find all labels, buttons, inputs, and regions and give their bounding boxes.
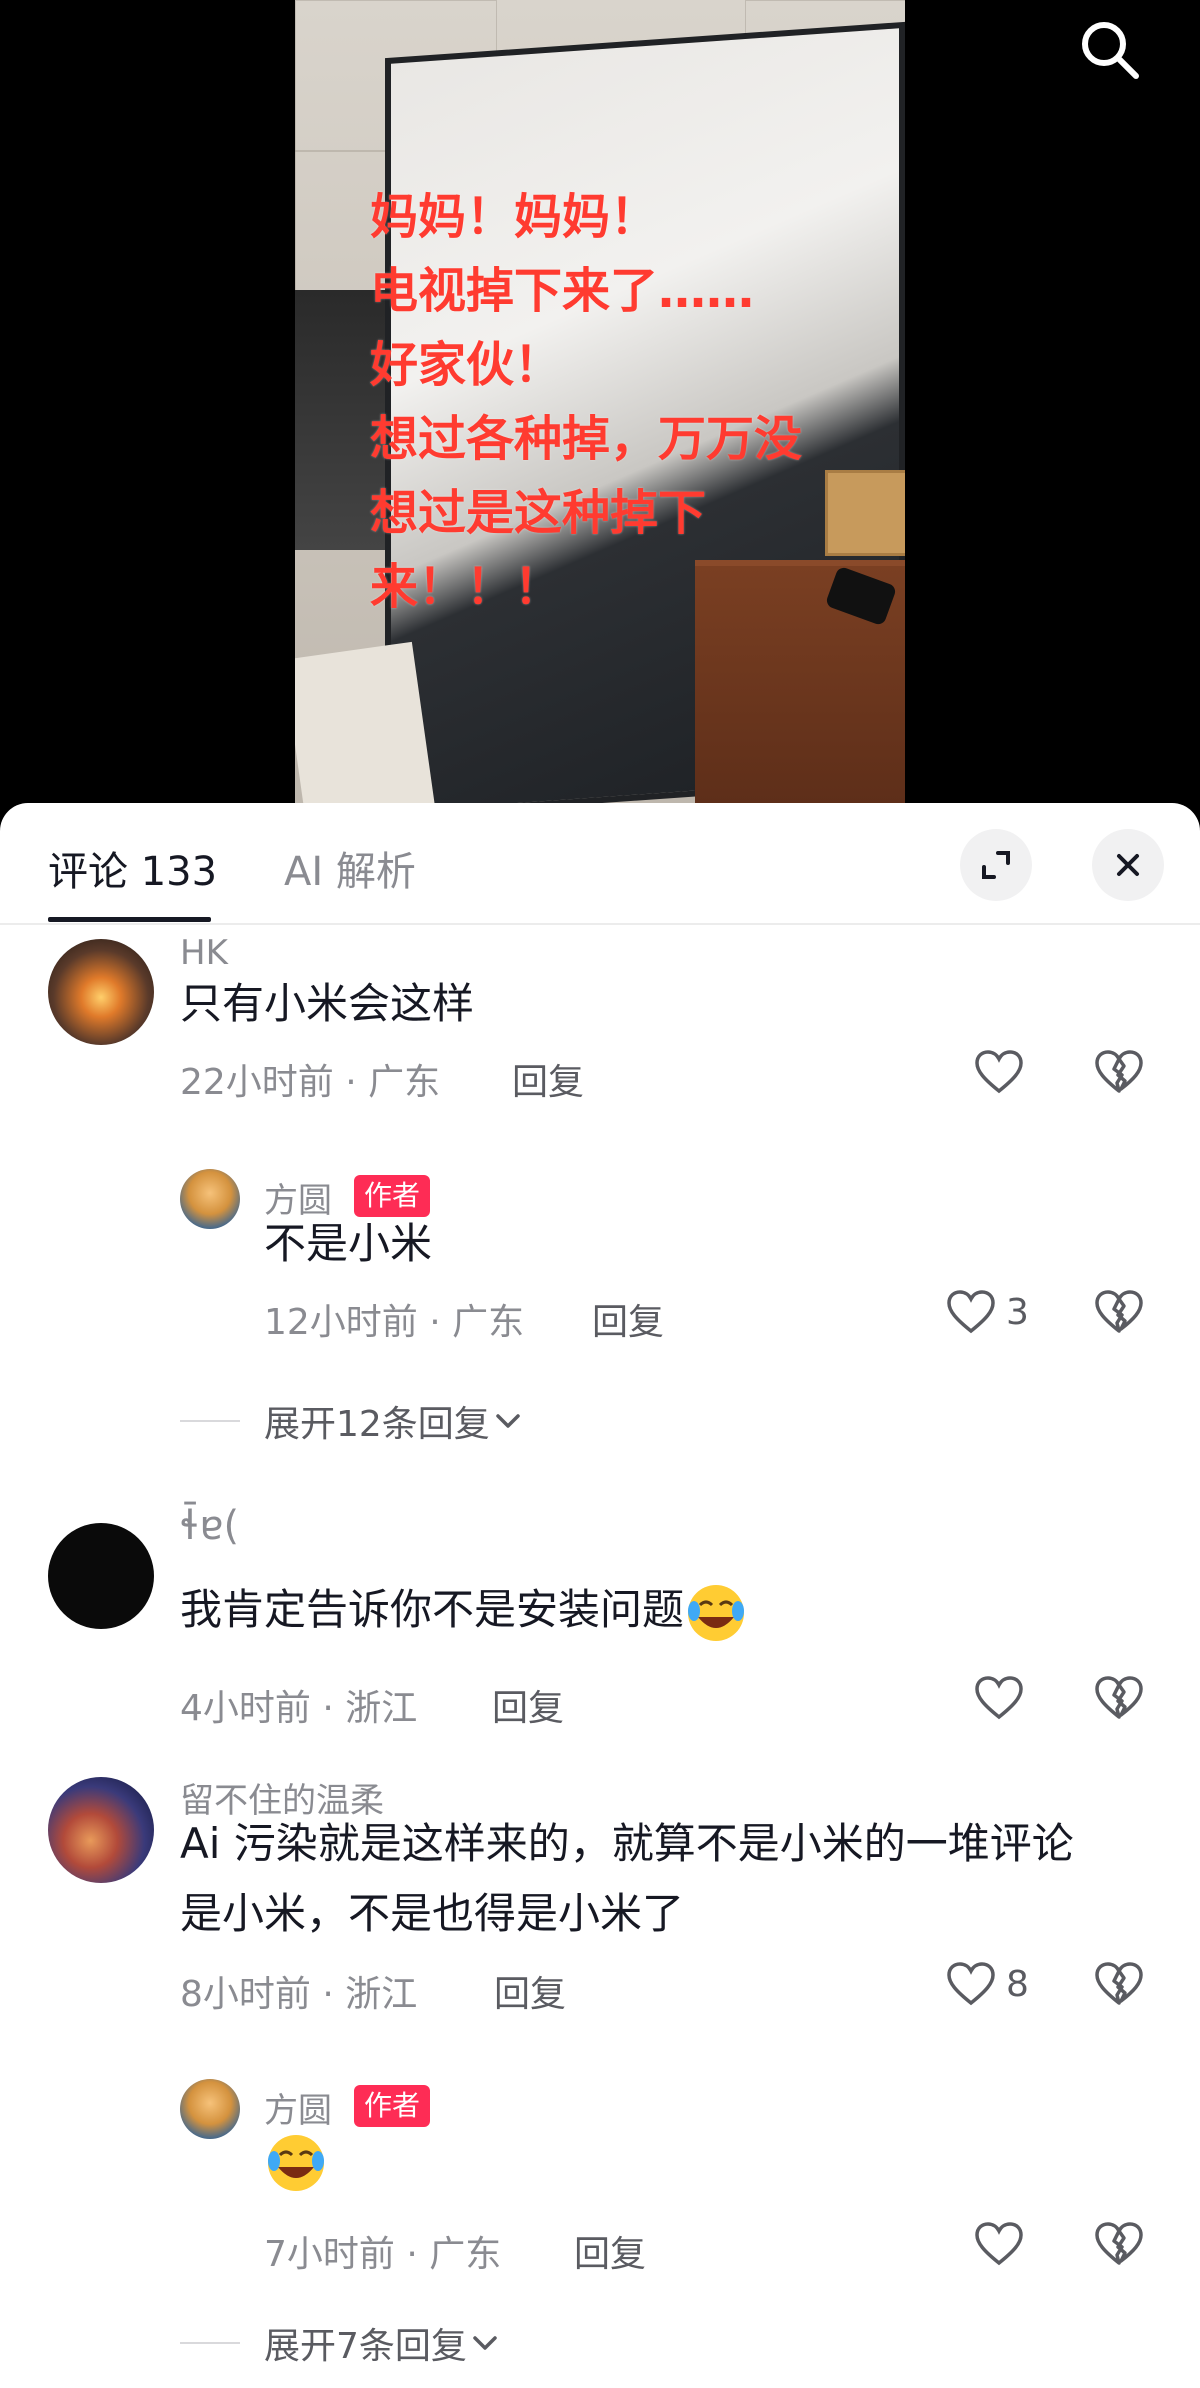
comment-text-line-2: 是小米，不是也得是小米了 <box>180 1889 685 1938</box>
expand-replies-button[interactable]: 展开12条回复 <box>264 1395 526 1447</box>
expand-replies-label: 展开7条回复 <box>264 2326 467 2367</box>
heart-icon <box>947 1290 995 1334</box>
comment-time-location: 12小时前 · 广东 <box>264 1302 525 1343</box>
comment-time-location: 4小时前 · 浙江 <box>180 1688 418 1729</box>
heart-icon <box>975 1676 1023 1720</box>
reply-button[interactable]: 回复 <box>592 1293 664 1345</box>
avatar[interactable] <box>48 1777 154 1883</box>
reply-button[interactable]: 回复 <box>574 2225 646 2277</box>
active-tab-indicator <box>48 917 211 922</box>
dislike-button[interactable] <box>1094 1675 1144 1725</box>
broken-heart-icon <box>1095 1290 1143 1333</box>
comment-text-body: 我肯定告诉你不是安装问题 <box>180 1585 685 1634</box>
expand-button[interactable] <box>960 829 1032 901</box>
close-icon <box>1117 854 1139 876</box>
avatar[interactable] <box>180 1169 240 1229</box>
comment-username[interactable]: ɬ̄ɐ( <box>180 1503 239 1549</box>
broken-heart-icon <box>1095 1676 1143 1719</box>
reply-button[interactable]: 回复 <box>494 1965 566 2017</box>
comment-username[interactable]: HK <box>180 933 228 973</box>
divider-line <box>180 2342 240 2344</box>
laughing-crying-emoji-icon <box>688 1584 745 1641</box>
avatar[interactable] <box>48 1523 154 1629</box>
comment-text: 只有小米会这样 <box>180 979 475 1028</box>
heart-icon <box>975 1050 1023 1094</box>
like-button[interactable] <box>974 2221 1034 2267</box>
tab-ai-analysis[interactable]: AI 解析 <box>284 839 416 897</box>
reply-button[interactable]: 回复 <box>492 1679 564 1731</box>
author-badge: 作者 <box>354 2085 431 2127</box>
video-caption: 妈妈！妈妈！ 电视掉下来了…… 好家伙！ 想过各种掉，万万没 想过是这种掉下 来… <box>370 189 803 615</box>
dislike-button[interactable] <box>1094 1289 1144 1339</box>
chevron-down-icon <box>496 1414 520 1428</box>
comment-text: 不是小米 <box>264 1219 433 1268</box>
comment-text <box>264 2125 328 2195</box>
dislike-button[interactable] <box>1094 2221 1144 2271</box>
comment-tabs: 评论 133 AI 解析 <box>0 803 1200 925</box>
reply-button[interactable]: 回复 <box>512 1053 584 1105</box>
like-button[interactable]: 8 <box>946 1961 1029 2007</box>
expand-replies-label: 展开12条回复 <box>264 1404 490 1445</box>
comment-time-location: 8小时前 · 浙江 <box>180 1974 418 2015</box>
broken-heart-icon <box>1095 1050 1143 1093</box>
comment-text-line-1: Ai 污染就是这样来的，就算不是小米的一堆评论 <box>180 1819 1074 1868</box>
close-button[interactable] <box>1092 829 1164 901</box>
avatar[interactable] <box>180 2079 240 2139</box>
comment-time-location: 7小时前 · 广东 <box>264 2234 502 2275</box>
like-count: 8 <box>1006 1963 1029 2005</box>
search-icon[interactable] <box>1076 16 1142 82</box>
comment-sheet: 评论 133 AI 解析 HK 只有小米会这样 22小时前 · 广东 回复 方圆… <box>0 803 1200 2388</box>
broken-heart-icon <box>1095 1962 1143 2005</box>
heart-icon <box>947 1962 995 2006</box>
expand-replies-button[interactable]: 展开7条回复 <box>264 2317 503 2369</box>
chevron-down-icon <box>473 2336 497 2350</box>
like-count: 3 <box>1006 1291 1029 1333</box>
dislike-button[interactable] <box>1094 1049 1144 1099</box>
divider-line <box>180 1420 240 1422</box>
laughing-crying-emoji-icon <box>268 2134 324 2191</box>
like-button[interactable]: 3 <box>946 1289 1029 1335</box>
avatar[interactable] <box>48 939 154 1045</box>
tab-comments[interactable]: 评论 133 <box>48 839 217 897</box>
like-button[interactable] <box>974 1675 1034 1721</box>
comment-time-location: 22小时前 · 广东 <box>180 1062 441 1103</box>
heart-icon <box>975 2222 1023 2266</box>
expand-icon <box>982 851 1010 879</box>
comment-text: 我肯定告诉你不是安装问题 <box>180 1575 748 1645</box>
broken-heart-icon <box>1095 2222 1143 2265</box>
video-player[interactable]: 妈妈！妈妈！ 电视掉下来了…… 好家伙！ 想过各种掉，万万没 想过是这种掉下 来… <box>0 0 1200 830</box>
dislike-button[interactable] <box>1094 1961 1144 2011</box>
like-button[interactable] <box>974 1049 1034 1095</box>
